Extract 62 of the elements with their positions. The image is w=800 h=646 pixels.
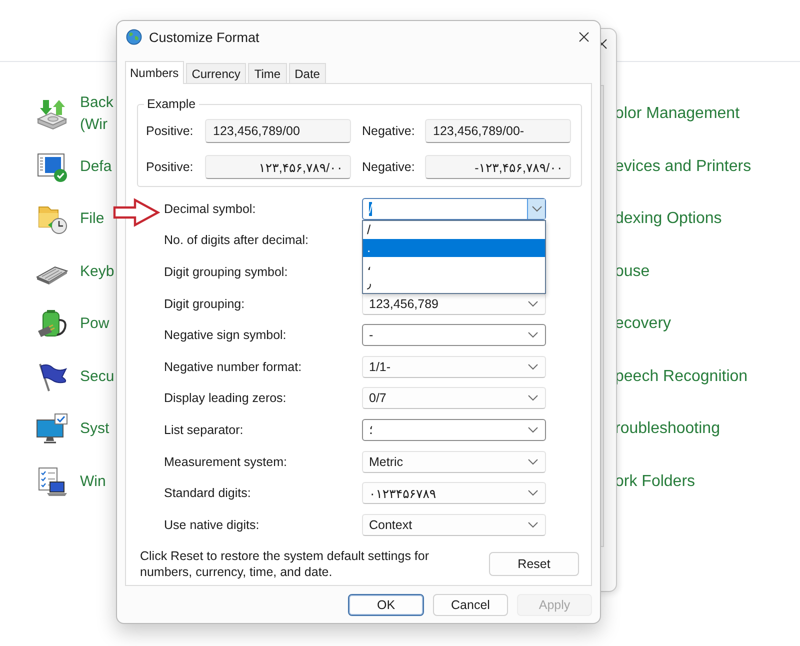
combo-box[interactable]: 0/7	[362, 387, 546, 410]
tab[interactable]: Date	[288, 63, 326, 83]
dropdown-option[interactable]: /	[363, 220, 545, 239]
tab[interactable]: Currency	[186, 63, 246, 83]
field-label: Negative sign symbol:	[164, 328, 288, 342]
flag-icon	[36, 360, 68, 393]
field-label: Display leading zeros:	[164, 391, 288, 406]
field-label: No. of digits after decimal:	[164, 233, 310, 248]
control-panel-link[interactable]: Back (Wir	[80, 92, 114, 136]
window-check-icon	[36, 150, 68, 183]
dialog-button[interactable]: Cancel	[433, 594, 508, 616]
dropdown-button[interactable]	[527, 198, 545, 219]
combo-box[interactable]: -	[362, 324, 546, 346]
drive-arrows-icon	[36, 98, 68, 130]
control-panel-link[interactable]: Secu	[80, 366, 114, 388]
monitor-check-icon	[36, 413, 68, 446]
combo-box[interactable]: ؛	[362, 418, 546, 441]
control-panel-link[interactable]: Syst	[80, 418, 110, 440]
sample-field: 123,456,789/00	[205, 119, 351, 143]
control-panel-link[interactable]: roubleshooting	[615, 418, 720, 440]
field-label: Negative:	[361, 124, 416, 138]
dropdown-option[interactable]: ،	[363, 256, 545, 275]
combo-box[interactable]: Metric	[362, 450, 546, 473]
tab[interactable]: Numbers	[125, 61, 184, 84]
field-label: Negative number format:	[164, 360, 303, 374]
tab[interactable]: Time	[248, 63, 287, 83]
combo-box[interactable]: ۰۱۲۳۴۵۶۷۸۹	[362, 482, 546, 504]
dropdown-option[interactable]: ٫	[363, 274, 545, 293]
control-panel-link[interactable]: evices and Printers	[615, 156, 752, 178]
dropdown-option[interactable]: .	[363, 238, 545, 257]
combo-box[interactable]: Context	[362, 514, 546, 536]
field-label: Negative:	[361, 160, 416, 174]
control-panel-link[interactable]: Pow	[80, 313, 110, 336]
combo-box[interactable]: 123,456,789	[362, 292, 546, 315]
control-panel-link[interactable]: Defa	[80, 156, 112, 178]
field-label: Use native digits:	[164, 518, 260, 532]
control-panel-link[interactable]: dexing Options	[615, 208, 722, 230]
close-icon	[579, 32, 589, 42]
field-label: Digit grouping symbol:	[164, 264, 289, 279]
sample-field: 123,456,789/00-	[425, 119, 571, 143]
field-label: Decimal symbol:	[164, 202, 257, 216]
field-label: Measurement system:	[164, 454, 288, 469]
sample-field: ۱۲۳,۴۵۶,۷۸۹/۰۰	[205, 155, 351, 179]
field-label: Standard digits:	[164, 486, 252, 500]
combo-box[interactable]: 1/1-	[362, 356, 546, 378]
chevron-down-icon	[532, 206, 542, 212]
control-panel-link[interactable]: Win	[80, 470, 106, 493]
dialog-title: Customize Format	[149, 30, 260, 44]
control-panel-link[interactable]: ecovery	[615, 313, 672, 336]
field-label: Positive:	[146, 160, 194, 174]
reset-note: Click Reset to restore the system default settings for numbers, currency, time, and date.	[140, 548, 430, 580]
control-panel-link[interactable]: Keyb	[80, 260, 114, 283]
checklist-laptop-icon	[36, 466, 68, 498]
field-label: Positive:	[146, 124, 194, 138]
globe-icon	[126, 29, 142, 45]
dialog-button[interactable]: OK	[348, 594, 424, 616]
control-panel-link[interactable]: File	[80, 208, 104, 230]
reset-button[interactable]: Reset	[489, 552, 579, 576]
group-label: Example	[146, 97, 197, 111]
field-label: Digit grouping:	[164, 296, 246, 311]
sample-field: -۱۲۳,۴۵۶,۷۸۹/۰۰	[425, 155, 571, 179]
field-label: List separator:	[164, 422, 244, 437]
